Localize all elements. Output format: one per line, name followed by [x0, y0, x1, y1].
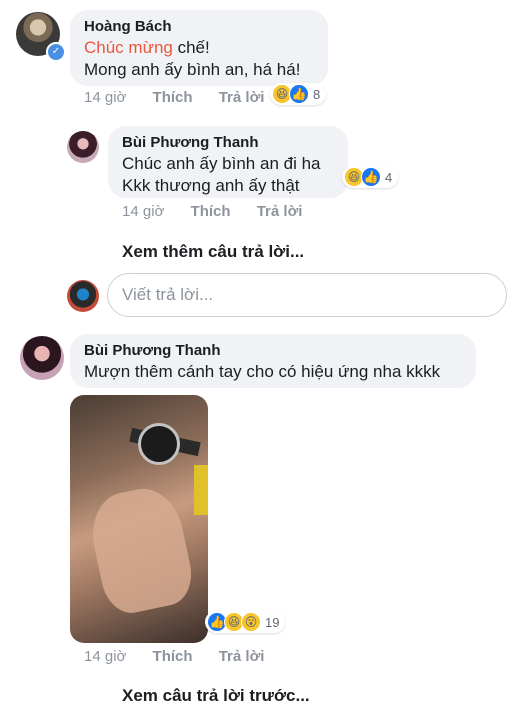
- reply-text-line2: Kkk thương anh ấy thật: [122, 176, 300, 195]
- like-button[interactable]: Thích: [153, 648, 193, 665]
- timestamp: 14 giờ: [84, 648, 127, 665]
- comment-text: Mượn thêm cánh tay cho có hiệu ứng nha k…: [84, 362, 441, 381]
- like-button[interactable]: Thích: [153, 89, 193, 106]
- avatar-bui-phuong-thanh[interactable]: [67, 131, 99, 163]
- reaction-count: 4: [385, 169, 393, 185]
- reply-button[interactable]: Trả lời: [219, 89, 265, 106]
- reply-text-line1: Chúc anh ấy bình an đi ha: [122, 154, 321, 173]
- like-icon: 👍: [361, 167, 381, 187]
- reaction-count: 8: [313, 86, 321, 102]
- reply-button[interactable]: Trả lời: [219, 648, 265, 665]
- photo-detail: [84, 481, 198, 619]
- current-user-avatar: [67, 280, 99, 312]
- comment-author[interactable]: Hoàng Bách: [84, 17, 314, 37]
- reply-bubble: Bùi Phương Thanh Chúc anh ấy bình an đi …: [108, 126, 348, 198]
- timestamp: 14 giờ: [84, 89, 127, 106]
- photo-detail: [194, 465, 208, 515]
- comment-bubble: Bùi Phương Thanh Mượn thêm cánh tay cho …: [70, 334, 476, 388]
- view-previous-replies-link[interactable]: Xem câu trả lời trước...: [122, 686, 310, 706]
- highlighted-text: Chúc mừng: [84, 38, 173, 57]
- comment-meta: 14 giờ Thích Trả lời: [84, 89, 286, 106]
- avatar-bui-phuong-thanh[interactable]: [20, 336, 64, 380]
- comment-meta: 14 giờ Thích Trả lời: [84, 648, 286, 665]
- timestamp: 14 giờ: [122, 203, 165, 220]
- reply-input[interactable]: [107, 273, 507, 317]
- like-button[interactable]: Thích: [191, 203, 231, 220]
- reply-meta: 14 giờ Thích Trả lời: [122, 203, 324, 220]
- reaction-count: 19: [265, 614, 280, 630]
- comment-text-line1: Chúc mừng chế!: [84, 38, 210, 57]
- like-icon: 👍: [289, 84, 309, 104]
- reaction-summary[interactable]: 👍 😆 😮 19: [205, 611, 286, 633]
- view-more-replies-link[interactable]: Xem thêm câu trả lời...: [122, 242, 304, 262]
- comment-photo[interactable]: [70, 395, 208, 643]
- comment-bubble: Hoàng Bách Chúc mừng chế! Mong anh ấy bì…: [70, 10, 328, 86]
- reaction-summary[interactable]: 😆 👍 4: [342, 166, 399, 188]
- comment-text-line2: Mong anh ấy bình an, há há!: [84, 60, 301, 79]
- verified-badge-icon: ✓: [46, 42, 66, 62]
- comment-author[interactable]: Bùi Phương Thanh: [84, 341, 462, 361]
- wow-icon: 😮: [241, 612, 261, 632]
- reply-author[interactable]: Bùi Phương Thanh: [122, 133, 334, 153]
- photo-detail: [138, 423, 180, 465]
- reply-button[interactable]: Trả lời: [257, 203, 303, 220]
